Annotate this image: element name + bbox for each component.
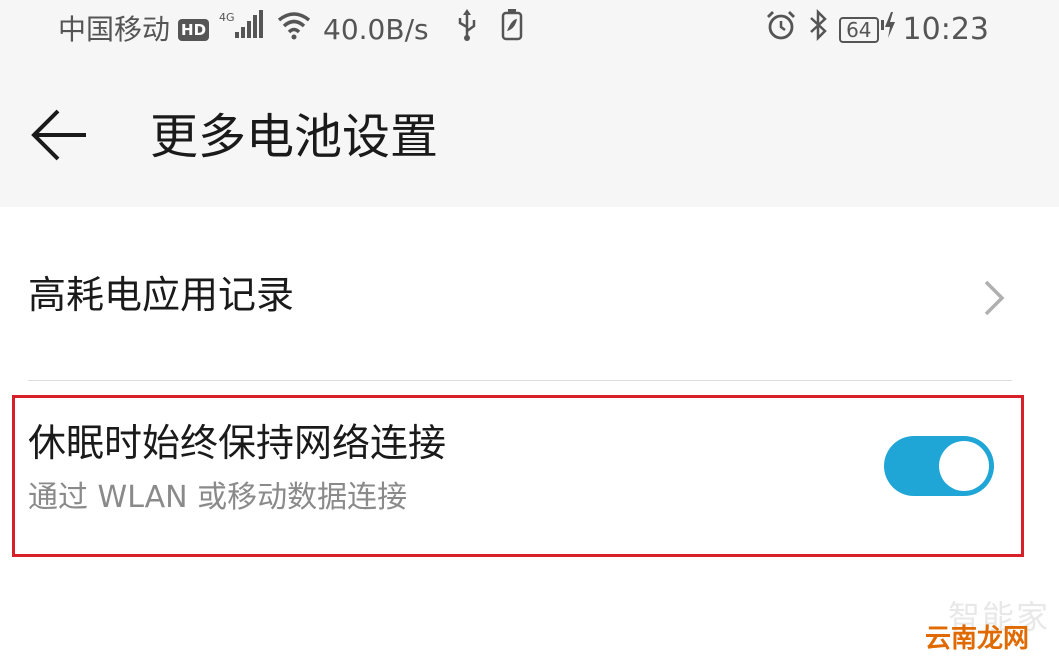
divider xyxy=(28,380,1012,381)
charging-icon xyxy=(880,10,897,51)
app-header: 更多电池设置 xyxy=(0,95,1059,180)
wifi-icon xyxy=(277,10,311,51)
back-button[interactable] xyxy=(28,95,98,180)
signal-icon: 4G xyxy=(219,9,267,51)
toggle-knob xyxy=(939,441,989,491)
battery-saver-icon xyxy=(501,8,523,52)
back-arrow-icon xyxy=(31,109,86,161)
clock: 10:23 xyxy=(902,12,989,47)
battery-icon: 64 xyxy=(839,17,879,43)
bluetooth-icon xyxy=(807,8,829,52)
high-power-apps-label: 高耗电应用记录 xyxy=(28,273,295,317)
network-type: 4G xyxy=(219,11,235,24)
status-bar: 中国移动 HD 4G 40.0B/s 64 10:23 xyxy=(0,0,1059,60)
network-speed: 40.0B/s xyxy=(323,13,429,46)
watermark-bottom: 云南龙网 xyxy=(925,624,1030,654)
keep-network-toggle[interactable] xyxy=(884,436,994,496)
top-bar: 中国移动 HD 4G 40.0B/s 64 10:23 更多电池设置 xyxy=(0,0,1059,207)
hd-badge: HD xyxy=(178,19,210,41)
high-power-apps-row[interactable]: 高耗电应用记录 xyxy=(0,208,1059,380)
carrier-name: 中国移动 xyxy=(58,13,171,46)
page-title: 更多电池设置 xyxy=(150,109,439,165)
alarm-icon xyxy=(765,9,797,52)
highlight-box xyxy=(12,395,1024,557)
chevron-right-icon xyxy=(982,278,1006,322)
usb-icon xyxy=(455,8,479,52)
